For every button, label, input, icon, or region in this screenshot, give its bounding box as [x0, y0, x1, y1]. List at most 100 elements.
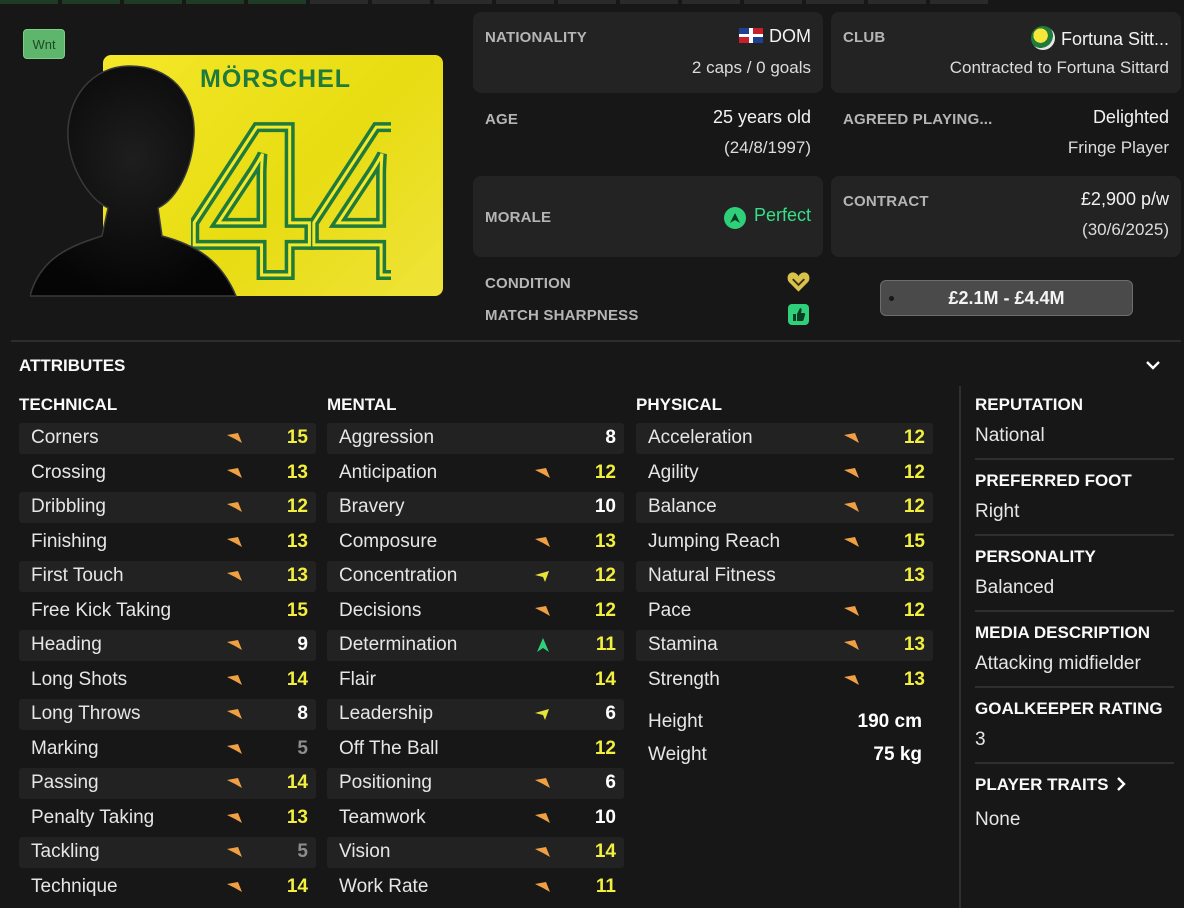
personality-block: PERSONALITY Balanced: [975, 547, 1175, 599]
attribute-name: Natural Fitness: [648, 565, 776, 587]
trend-arrow-icon: [226, 431, 244, 445]
attribute-row[interactable]: Composure 13: [327, 525, 624, 560]
attribute-row[interactable]: Tackling 5: [19, 835, 316, 870]
trend-arrow-icon: [843, 673, 861, 687]
player-traits-link[interactable]: PLAYER TRAITS: [975, 775, 1175, 795]
attribute-row[interactable]: Leadership 6: [327, 697, 624, 732]
attribute-row[interactable]: Dribbling 12: [19, 490, 316, 525]
attribute-row[interactable]: Natural Fitness 13: [636, 559, 933, 594]
attribute-row[interactable]: Bravery 10: [327, 490, 624, 525]
personality-value: Balanced: [975, 577, 1055, 598]
attribute-row[interactable]: Long Shots 14: [19, 663, 316, 698]
attribute-row[interactable]: Acceleration 12: [636, 421, 933, 456]
attribute-row[interactable]: Free Kick Taking 15: [19, 594, 316, 629]
attribute-row[interactable]: Pace 12: [636, 594, 933, 629]
attribute-row[interactable]: Passing 14: [19, 766, 316, 801]
attribute-name: Bravery: [339, 496, 405, 518]
attribute-row[interactable]: Long Throws 8: [19, 697, 316, 732]
condition-label: CONDITION: [485, 275, 571, 292]
attribute-row[interactable]: Off The Ball 12: [327, 732, 624, 767]
nationality-label: NATIONALITY: [485, 29, 587, 46]
morale-card[interactable]: MORALE Perfect: [473, 176, 823, 257]
attribute-name: Finishing: [31, 530, 108, 552]
attribute-value: 8: [605, 427, 616, 449]
trend-arrow-icon: [534, 604, 552, 618]
contract-card[interactable]: CONTRACT £2,900 p/w (30/6/2025): [831, 176, 1181, 257]
attribute-name: First Touch: [31, 565, 124, 587]
attribute-row[interactable]: Marking 5: [19, 732, 316, 767]
attribute-value: 6: [605, 703, 616, 725]
wanted-badge[interactable]: Wnt: [23, 29, 65, 59]
trend-arrow-icon: [534, 707, 552, 721]
attribute-value: 13: [903, 634, 925, 656]
trend-arrow-icon: [843, 604, 861, 618]
club-name: Fortuna Sitt...: [1060, 29, 1169, 49]
attribute-row[interactable]: Strength 13: [636, 663, 933, 698]
attribute-value: 12: [903, 427, 925, 449]
trend-arrow-icon: [534, 569, 552, 583]
info-separator: [975, 458, 1174, 460]
attribute-name: Free Kick Taking: [31, 599, 172, 621]
chevron-down-icon[interactable]: [1144, 356, 1162, 374]
attribute-row[interactable]: Teamwork 10: [327, 801, 624, 836]
attribute-row[interactable]: Work Rate 11: [327, 870, 624, 905]
attribute-row[interactable]: Agility 12: [636, 456, 933, 491]
trend-arrow-icon: [534, 466, 552, 480]
attribute-name: Strength: [648, 668, 720, 690]
media-description-value: Attacking midfielder: [975, 653, 1141, 674]
trend-arrow-icon: [226, 569, 244, 583]
age-label: AGE: [485, 111, 519, 128]
attribute-row[interactable]: Penalty Taking 13: [19, 801, 316, 836]
attribute-name: Passing: [31, 772, 99, 794]
attribute-name: Penalty Taking: [31, 806, 155, 828]
physical-title: PHYSICAL: [636, 395, 722, 414]
reputation-block: REPUTATION National: [975, 395, 1175, 447]
attribute-row[interactable]: Stamina 13: [636, 628, 933, 663]
attribute-row[interactable]: Positioning 6: [327, 766, 624, 801]
trend-placeholder: [843, 569, 861, 583]
playing-time-happiness: Delighted: [1092, 107, 1169, 127]
attribute-value: 12: [903, 461, 925, 483]
nationality-value: DOM: [739, 26, 811, 47]
attribute-value: 14: [286, 875, 308, 897]
attribute-name: Agility: [648, 461, 699, 483]
contract-expiry: (30/6/2025): [1082, 220, 1169, 239]
nationality-card[interactable]: NATIONALITY DOM 2 caps / 0 goals: [473, 12, 823, 93]
goalkeeper-rating-label: GOALKEEPER RATING: [975, 699, 1163, 718]
club-card[interactable]: CLUB Fortuna Sitt... Contracted to Fortu…: [831, 12, 1181, 93]
attribute-row[interactable]: Determination 11: [327, 628, 624, 663]
attribute-row[interactable]: Technique 14: [19, 870, 316, 905]
attribute-row[interactable]: Finishing 13: [19, 525, 316, 560]
contract-club: Contracted to Fortuna Sittard: [949, 58, 1169, 77]
attribute-row[interactable]: Balance 12: [636, 490, 933, 525]
attribute-row[interactable]: Vision 14: [327, 835, 624, 870]
attribute-row[interactable]: Corners 15: [19, 421, 316, 456]
attribute-value: 13: [903, 668, 925, 690]
attribute-row[interactable]: Crossing 13: [19, 456, 316, 491]
technical-title: TECHNICAL: [19, 395, 118, 414]
attribute-row[interactable]: Flair 14: [327, 663, 624, 698]
attribute-row[interactable]: Decisions 12: [327, 594, 624, 629]
attribute-row[interactable]: Aggression 8: [327, 421, 624, 456]
info-separator: [975, 762, 1174, 764]
trend-arrow-icon: [534, 880, 552, 894]
info-separator: [975, 686, 1174, 688]
trend-arrow-icon: [226, 707, 244, 721]
attribute-row[interactable]: Anticipation 12: [327, 456, 624, 491]
physical-rows: Acceleration 12 Agility 12 Balance 12 Jumping …: [636, 421, 933, 697]
attribute-value: 11: [595, 634, 616, 656]
attribute-row[interactable]: First Touch 13: [19, 559, 316, 594]
transfer-value-tag[interactable]: £2.1M - £4.4M: [880, 280, 1133, 316]
trend-arrow-icon: [843, 500, 861, 514]
attribute-row[interactable]: Concentration 12: [327, 559, 624, 594]
attribute-row[interactable]: Heading 9: [19, 628, 316, 663]
attribute-row[interactable]: Jumping Reach 15: [636, 525, 933, 560]
attribute-name: Decisions: [339, 599, 422, 621]
heart-icon: [787, 272, 810, 292]
attribute-name: Flair: [339, 668, 376, 690]
player-traits-block: PLAYER TRAITS None: [975, 775, 1175, 831]
attribute-name: Composure: [339, 530, 438, 552]
attribute-name: Acceleration: [648, 427, 753, 449]
info-separator: [975, 534, 1174, 536]
attribute-name: Balance: [648, 496, 717, 518]
